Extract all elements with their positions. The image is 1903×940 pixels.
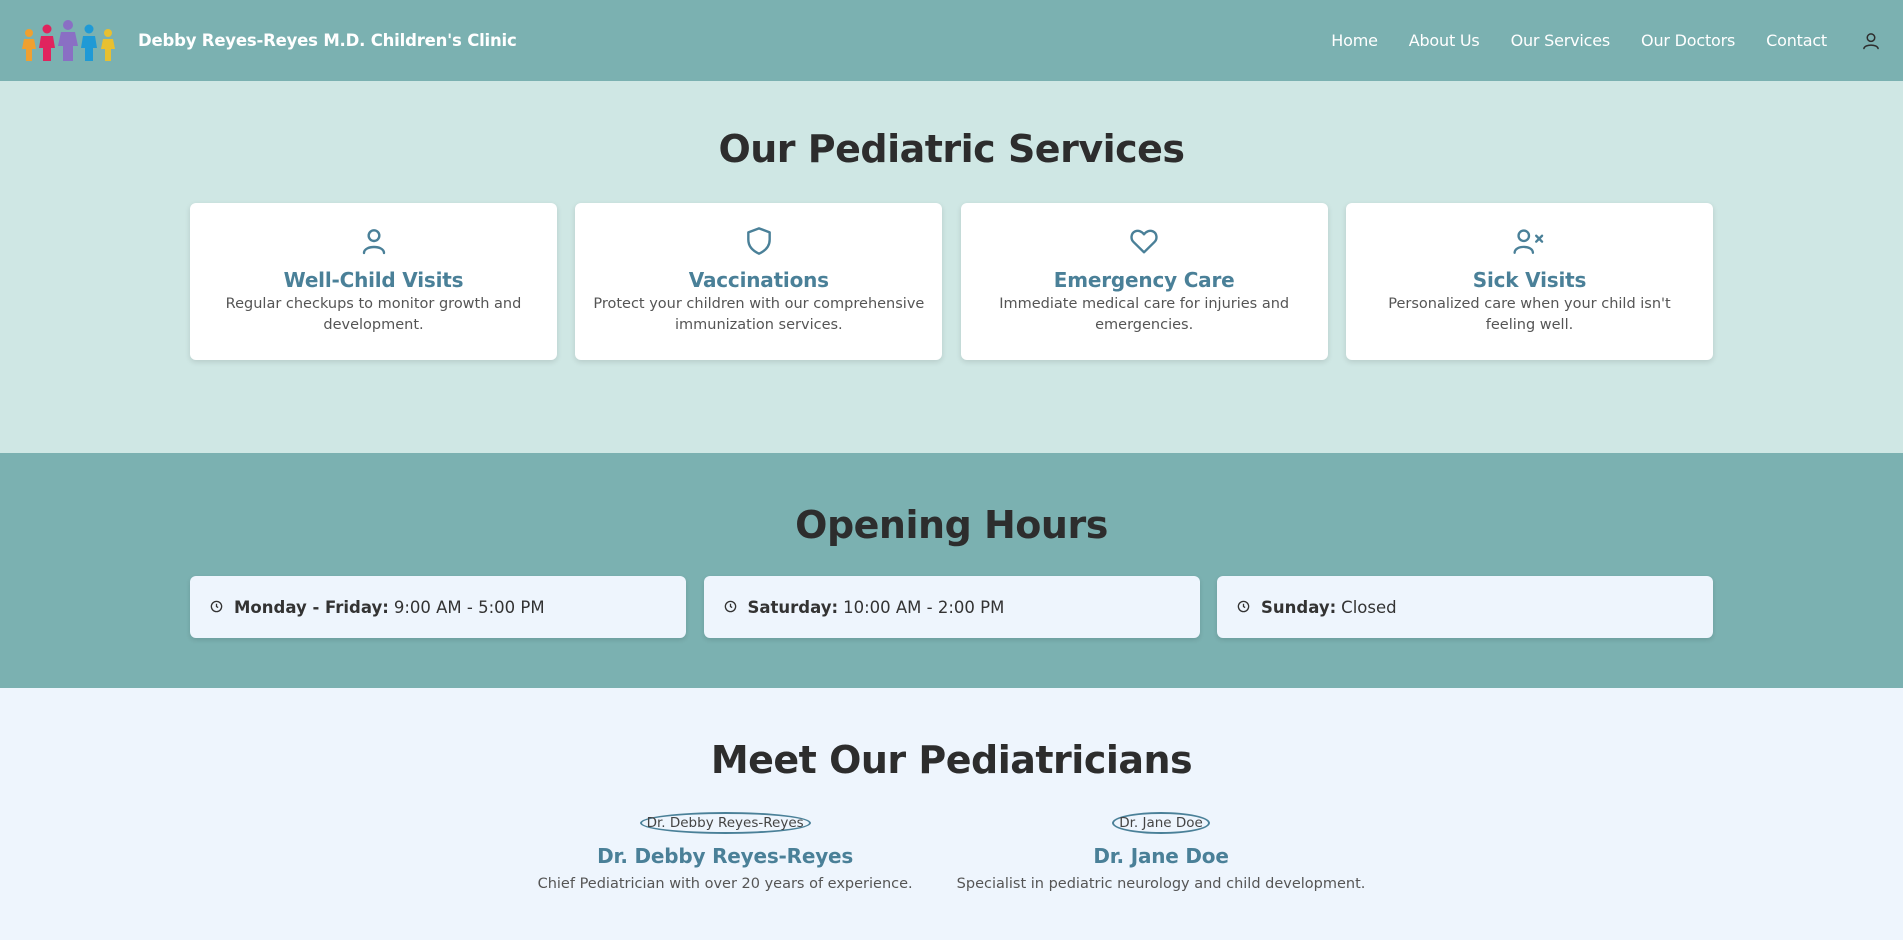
heart-icon [961,223,1328,259]
hours-list: Monday - Friday: 9:00 AM - 5:00 PM Satur… [190,576,1713,638]
opening-hours-section: Opening Hours Monday - Friday: 9:00 AM -… [0,453,1903,688]
service-description: Regular checkups to monitor growth and d… [225,296,522,333]
service-description: Personalized care when your child isn't … [1388,296,1671,333]
doctor-photo: Dr. Debby Reyes-Reyes [639,812,811,834]
hours-time: 9:00 AM - 5:00 PM [393,597,545,617]
site-header: Debby Reyes-Reyes M.D. Children's Clinic… [0,0,1903,81]
hours-sunday: Sunday: Closed [1217,576,1713,638]
hours-day: Monday - Friday: [234,597,389,617]
nav-our-services[interactable]: Our Services [1511,31,1611,50]
service-card-well-child[interactable]: Well-Child Visits Regular checkups to mo… [190,203,557,360]
service-description: Immediate medical care for injuries and … [999,296,1290,333]
user-x-icon [1346,223,1713,259]
service-title: Emergency Care [1053,268,1235,292]
hours-saturday: Saturday: 10:00 AM - 2:00 PM [703,576,1200,638]
doctors-title: Meet Our Pediatricians [710,738,1193,782]
service-card-emergency[interactable]: Emergency Care Immediate medical care fo… [960,203,1328,360]
doctor-photo: Dr. Jane Doe [1112,812,1210,834]
shield-icon [575,223,942,259]
clock-icon [1237,600,1251,614]
doctor-name: Dr. Debby Reyes-Reyes [597,844,854,868]
doctor-description: Specialist in pediatric neurology and ch… [956,876,1366,892]
hours-day: Saturday: [747,597,839,617]
doctor-card: Dr. Debby Reyes-Reyes Dr. Debby Reyes-Re… [538,812,913,892]
service-card-sick-visits[interactable]: Sick Visits Personalized care when your … [1345,203,1713,360]
nav-about-us[interactable]: About Us [1409,31,1480,50]
clinic-logo[interactable] [20,19,120,63]
main-nav: Home About Us Our Services Our Doctors C… [1300,29,1883,53]
doctors-list: Dr. Debby Reyes-Reyes Dr. Debby Reyes-Re… [0,812,1903,892]
service-title: Well-Child Visits [283,268,464,292]
nav-our-doctors[interactable]: Our Doctors [1641,31,1735,50]
clock-icon [724,600,738,614]
services-title: Our Pediatric Services [718,127,1185,171]
nav-contact[interactable]: Contact [1766,31,1827,50]
account-icon[interactable] [1859,29,1883,53]
hours-title: Opening Hours [795,503,1108,547]
user-icon [190,223,557,259]
services-cards: Well-Child Visits Regular checkups to mo… [190,203,1713,360]
hours-weekdays: Monday - Friday: 9:00 AM - 5:00 PM [190,576,686,638]
clock-icon [210,600,224,614]
nav-home[interactable]: Home [1331,31,1378,50]
service-description: Protect your children with our comprehen… [593,296,925,333]
services-section: Our Pediatric Services Well-Child Visits… [0,81,1903,453]
service-title: Sick Visits [1472,268,1587,292]
doctor-card: Dr. Jane Doe Dr. Jane Doe Specialist in … [956,812,1366,892]
service-title: Vaccinations [688,268,829,292]
hours-time: Closed [1341,597,1397,617]
doctor-description: Chief Pediatrician with over 20 years of… [537,876,913,892]
hours-time: 10:00 AM - 2:00 PM [843,597,1005,617]
doctors-section: Meet Our Pediatricians Dr. Debby Reyes-R… [0,688,1903,940]
service-card-vaccinations[interactable]: Vaccinations Protect your children with … [575,203,943,360]
doctor-name: Dr. Jane Doe [1093,844,1229,868]
brand-name[interactable]: Debby Reyes-Reyes M.D. Children's Clinic [138,31,517,50]
hours-day: Sunday: [1261,597,1337,617]
